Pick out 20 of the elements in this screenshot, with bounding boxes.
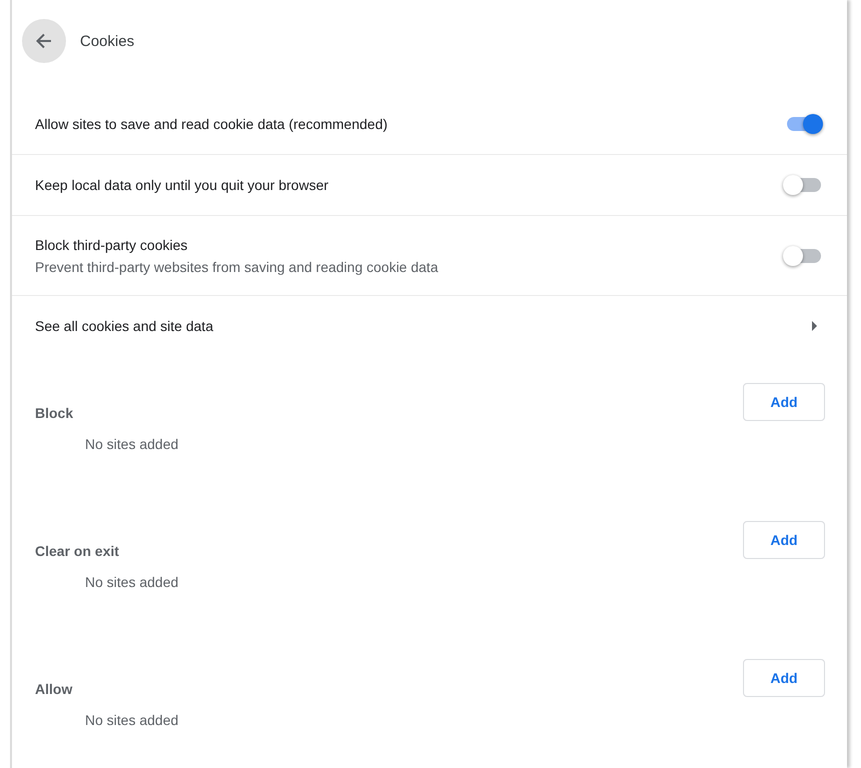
add-button[interactable]: Add <box>743 659 825 697</box>
empty-message: No sites added <box>85 574 180 590</box>
setting-description: Prevent third-party websites from saving and reading cookie data <box>35 258 438 274</box>
setting-label: Allow sites to save and read cookie data (recommended) <box>35 116 388 132</box>
setting-label: Keep local data only until you quit your browser <box>35 177 328 193</box>
back-button[interactable] <box>22 19 66 63</box>
add-button[interactable]: Add <box>743 383 825 421</box>
toggle-switch[interactable] <box>783 175 823 195</box>
back-arrow-icon <box>34 31 54 51</box>
page-title: Cookies <box>80 32 134 50</box>
setting-label: See all cookies and site data <box>35 318 214 334</box>
toggle-switch[interactable] <box>783 246 823 266</box>
section-title: Allow <box>35 681 72 697</box>
section-title: Clear on exit <box>35 543 120 559</box>
add-button[interactable]: Add <box>743 521 825 559</box>
empty-message: No sites added <box>85 436 180 452</box>
empty-message: No sites added <box>85 712 180 728</box>
setting-label: Block third-party cookies <box>35 236 189 252</box>
triangle-right-icon[interactable] <box>811 321 819 331</box>
section-title: Block <box>35 405 74 421</box>
